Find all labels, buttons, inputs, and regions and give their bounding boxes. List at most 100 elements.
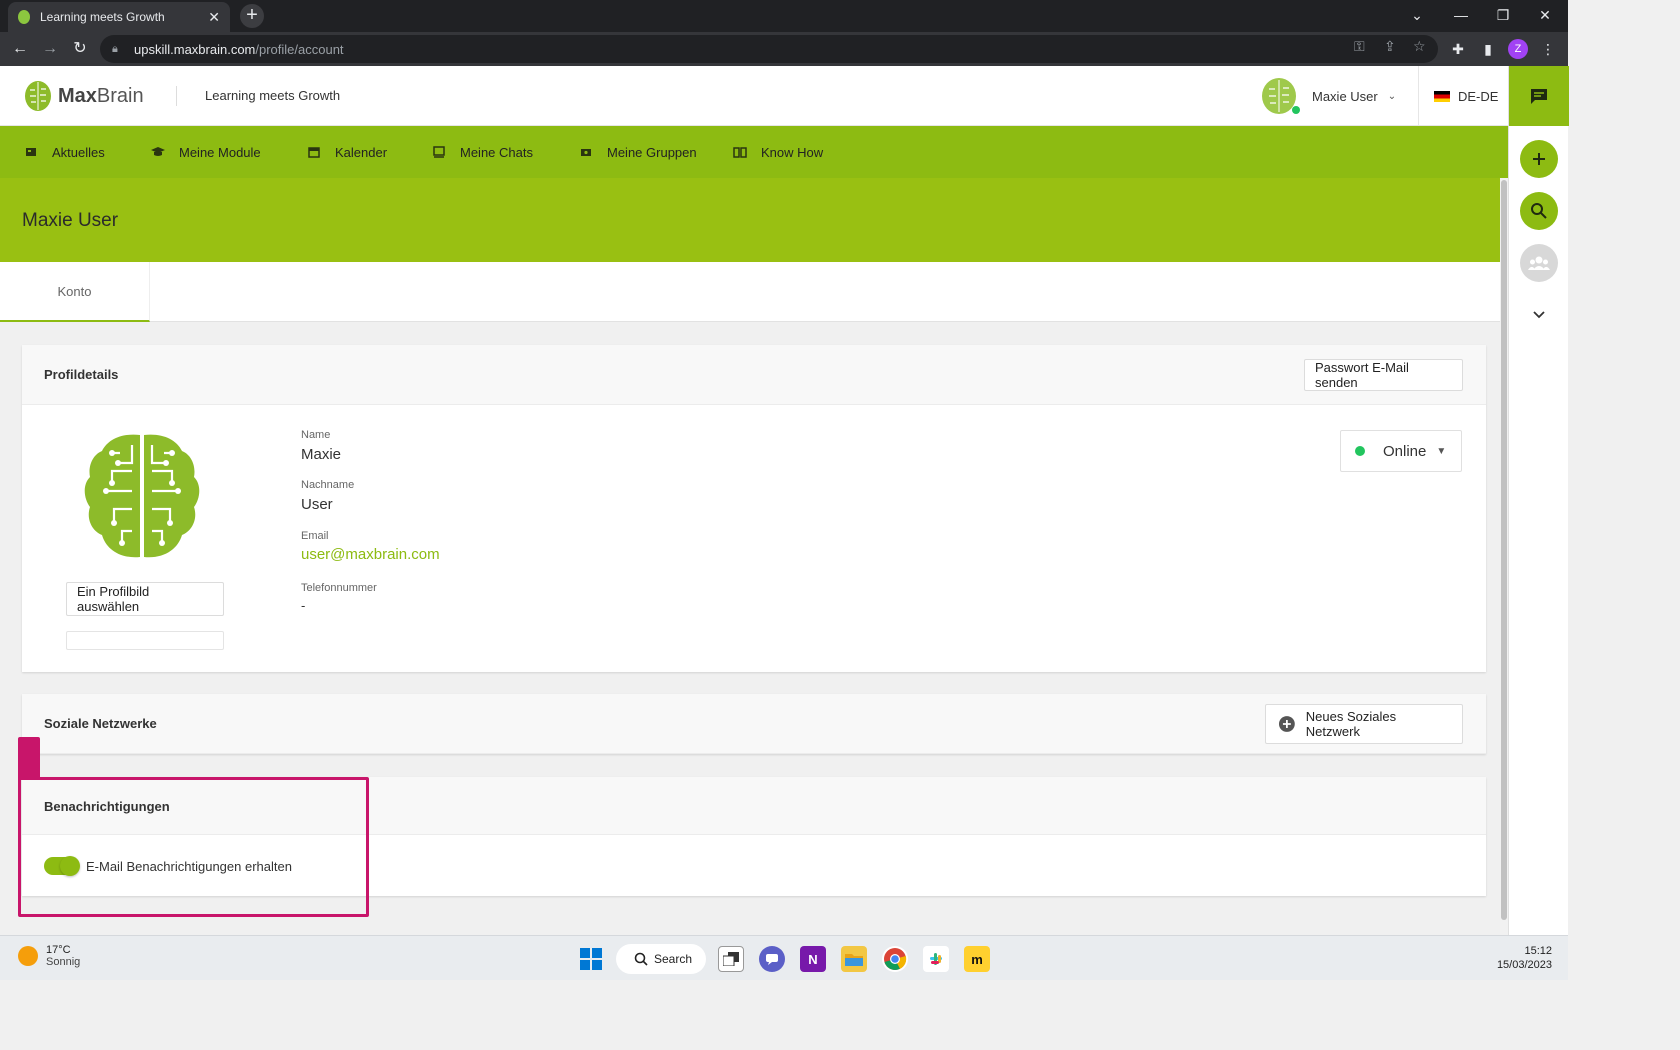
- nav-label: Aktuelles: [52, 144, 105, 160]
- profile-tabs: Konto: [0, 262, 1500, 322]
- share-icon[interactable]: ⇪: [1384, 38, 1396, 55]
- teams-chat-icon[interactable]: [759, 946, 785, 972]
- language-label: DE-DE: [1458, 89, 1499, 104]
- language-selector[interactable]: DE-DE: [1434, 89, 1498, 104]
- brain-logo-icon: [25, 81, 51, 111]
- rail-expand-button[interactable]: [1520, 296, 1558, 334]
- profile-section-title: Profildetails: [44, 367, 119, 382]
- nav-item-know-how[interactable]: Know How: [733, 126, 823, 178]
- tab-konto[interactable]: Konto: [0, 262, 150, 322]
- tab-search-chevron-icon[interactable]: ⌄: [1396, 0, 1438, 30]
- add-social-network-button[interactable]: Neues Soziales Netzwerk: [1265, 704, 1463, 744]
- key-icon[interactable]: ⚿: [1354, 38, 1365, 55]
- minimize-button[interactable]: —: [1440, 0, 1482, 30]
- groups-icon: [579, 145, 593, 159]
- add-social-network-label: Neues Soziales Netzwerk: [1305, 709, 1397, 739]
- back-button[interactable]: ←: [10, 39, 30, 59]
- nav-label: Meine Chats: [460, 144, 533, 160]
- add-button[interactable]: [1520, 140, 1558, 178]
- windows-taskbar: 17°C Sonnig Search N m 15:12 15/03/2023: [0, 935, 1568, 980]
- card-header: Profildetails Passwort E-Mail senden: [22, 345, 1486, 405]
- profile-picture-field[interactable]: [66, 631, 224, 650]
- onenote-icon[interactable]: N: [800, 946, 826, 972]
- reload-button[interactable]: ↻: [70, 39, 90, 59]
- search-label: Search: [654, 952, 693, 966]
- tagline: Learning meets Growth: [205, 88, 341, 103]
- app-header: MaxBrain Learning meets Growth Maxie Use…: [0, 66, 1508, 126]
- address-bar[interactable]: 🔒︎ upskill.maxbrain.com/profile/account: [100, 35, 1438, 63]
- new-tab-button[interactable]: +: [240, 4, 264, 28]
- chevron-down-icon: ⌄: [1387, 90, 1397, 102]
- file-explorer-icon[interactable]: [841, 946, 867, 972]
- task-view-icon[interactable]: [718, 946, 744, 972]
- nav-label: Meine Gruppen: [607, 144, 697, 160]
- browser-toolbar: ← → ↻ 🔒︎ upskill.maxbrain.com/profile/ac…: [0, 32, 1568, 66]
- nav-label: Meine Module: [179, 144, 261, 160]
- status-label: Online: [1383, 442, 1427, 460]
- german-flag-icon: [1434, 91, 1450, 102]
- chrome-icon[interactable]: [882, 946, 908, 972]
- taskbar-search[interactable]: Search: [616, 944, 706, 974]
- people-icon: [1528, 256, 1550, 270]
- plus-icon: [1533, 153, 1545, 165]
- browser-menu-icon[interactable]: ⋮: [1538, 39, 1558, 59]
- logo-text: MaxBrain: [58, 84, 144, 107]
- nav-item-aktuelles[interactable]: Aktuelles: [24, 126, 105, 178]
- close-window-button[interactable]: ✕: [1524, 0, 1566, 30]
- social-section-title: Soziale Netzwerke: [44, 716, 157, 731]
- graduation-cap-icon: [151, 145, 165, 159]
- weather-widget[interactable]: 17°C Sonnig: [18, 944, 80, 968]
- header-divider: [1418, 66, 1419, 126]
- choose-profile-picture-button[interactable]: Ein Profilbild auswählen: [66, 582, 224, 616]
- windows-start-icon[interactable]: [578, 946, 604, 972]
- chat-toggle-button[interactable]: [1509, 66, 1569, 126]
- slack-icon[interactable]: [923, 946, 949, 972]
- highlight-box: [18, 777, 369, 917]
- temperature: 17°C: [46, 944, 71, 956]
- phone-label: Telefonnummer: [301, 582, 377, 594]
- people-button[interactable]: [1520, 244, 1558, 282]
- email-link[interactable]: user@maxbrain.com: [301, 546, 440, 563]
- book-icon: [733, 145, 747, 159]
- search-button[interactable]: [1520, 192, 1558, 230]
- nav-item-meine-chats[interactable]: Meine Chats: [432, 126, 533, 178]
- miro-icon[interactable]: m: [964, 946, 990, 972]
- page-title-band: Maxie User: [0, 178, 1500, 262]
- brain-avatar-icon: [1264, 79, 1294, 113]
- scrollbar-thumb[interactable]: [1501, 180, 1507, 920]
- lock-icon: 🔒︎: [112, 43, 118, 55]
- social-networks-card: Soziale Netzwerke Neues Soziales Netzwer…: [22, 694, 1486, 754]
- search-icon: [1531, 203, 1547, 219]
- browser-tab[interactable]: Learning meets Growth ✕: [8, 2, 230, 32]
- close-tab-icon[interactable]: ✕: [208, 9, 220, 26]
- profile-avatar[interactable]: Z: [1508, 39, 1528, 59]
- sun-icon: [18, 946, 38, 966]
- restore-button[interactable]: ❐: [1482, 0, 1524, 30]
- main-navigation: Aktuelles Meine Module Kalender Meine Ch…: [0, 126, 1508, 178]
- nav-item-meine-gruppen[interactable]: Meine Gruppen: [579, 126, 697, 178]
- url-path: /profile/account: [255, 41, 344, 57]
- phone-value: -: [301, 598, 306, 613]
- weather-condition: Sonnig: [46, 956, 81, 968]
- user-menu[interactable]: Maxie User ⌄: [1262, 78, 1396, 114]
- nav-item-kalender[interactable]: Kalender: [307, 126, 387, 178]
- side-panel-icon[interactable]: ▮: [1478, 39, 1498, 59]
- send-password-email-button[interactable]: Passwort E-Mail senden: [1304, 359, 1463, 391]
- maxbrain-logo[interactable]: MaxBrain: [24, 80, 144, 112]
- caret-down-icon: ▼: [1436, 445, 1447, 457]
- lastname-label: Nachname: [301, 479, 355, 491]
- nav-item-meine-module[interactable]: Meine Module: [151, 126, 261, 178]
- system-clock[interactable]: 15:12 15/03/2023: [1490, 944, 1552, 972]
- add-circle-icon: [1278, 716, 1295, 732]
- clock-time: 15:12: [1524, 945, 1552, 957]
- maxbrain-favicon-icon: [18, 10, 30, 24]
- profile-brain-image: [84, 434, 200, 558]
- status-dropdown[interactable]: Online ▼: [1340, 430, 1462, 472]
- chevron-down-icon: [1533, 311, 1545, 319]
- extensions-icon[interactable]: ✚: [1448, 39, 1468, 59]
- bookmark-star-icon[interactable]: ☆: [1413, 38, 1426, 55]
- clock-date: 15/03/2023: [1496, 959, 1552, 971]
- online-indicator: [1292, 106, 1300, 114]
- online-status-dot: [1355, 446, 1365, 456]
- forward-button[interactable]: →: [40, 39, 60, 59]
